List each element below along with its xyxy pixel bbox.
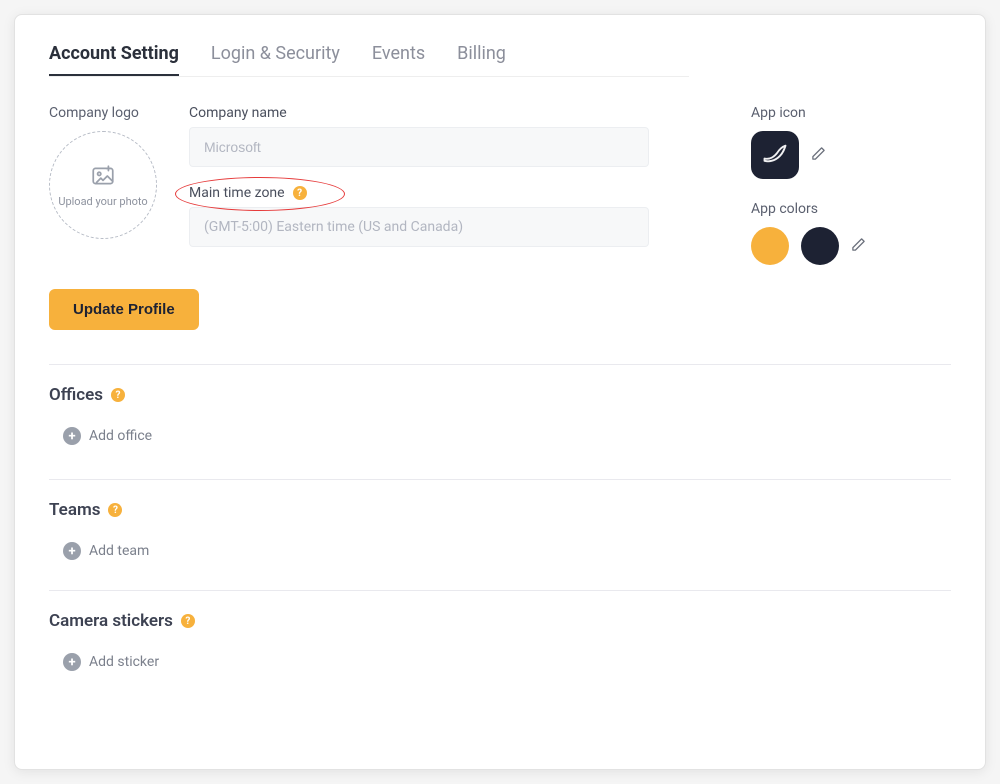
timezone-placeholder: (GMT-5:00) Eastern time (US and Canada) xyxy=(204,219,463,235)
company-logo-column: Company logo Upload your photo xyxy=(49,105,159,265)
add-sticker-button[interactable]: + Add sticker xyxy=(63,653,951,671)
company-name-input[interactable] xyxy=(189,127,649,167)
plus-icon: + xyxy=(63,653,81,671)
add-sticker-label: Add sticker xyxy=(89,654,159,670)
company-logo-label: Company logo xyxy=(49,105,159,121)
timezone-field: Main time zone ? (GMT-5:00) Eastern time… xyxy=(189,185,649,247)
timezone-label-row: Main time zone ? xyxy=(189,185,649,201)
image-upload-icon xyxy=(90,163,116,189)
teams-section: Teams ? + Add team xyxy=(49,479,951,560)
app-icon-preview xyxy=(751,131,799,179)
settings-window: Account Setting Login & Security Events … xyxy=(14,14,986,770)
pencil-icon xyxy=(851,237,866,252)
company-name-label: Company name xyxy=(189,105,649,121)
help-icon[interactable]: ? xyxy=(181,614,195,628)
tab-billing[interactable]: Billing xyxy=(457,43,506,76)
fields-column: Company name Main time zone ? (GMT-5:00)… xyxy=(189,105,649,265)
add-team-label: Add team xyxy=(89,543,149,559)
plus-icon: + xyxy=(63,542,81,560)
offices-section: Offices ? + Add office xyxy=(49,364,951,445)
company-name-field: Company name xyxy=(189,105,649,167)
app-icon-label: App icon xyxy=(751,105,951,121)
edit-app-colors-button[interactable] xyxy=(851,237,866,256)
upload-logo-button[interactable]: Upload your photo xyxy=(49,131,157,239)
upload-caption: Upload your photo xyxy=(58,195,147,208)
app-colors-label: App colors xyxy=(751,201,951,217)
update-profile-button[interactable]: Update Profile xyxy=(49,289,199,330)
tab-account-setting[interactable]: Account Setting xyxy=(49,43,179,76)
bird-icon xyxy=(761,141,789,169)
upper-section: Company logo Upload your photo Company n… xyxy=(49,105,951,265)
tab-events[interactable]: Events xyxy=(372,43,425,76)
help-icon[interactable]: ? xyxy=(111,388,125,402)
camera-stickers-section: Camera stickers ? + Add sticker xyxy=(49,590,951,671)
add-office-button[interactable]: + Add office xyxy=(63,427,951,445)
teams-title: Teams xyxy=(49,500,100,520)
help-icon[interactable]: ? xyxy=(108,503,122,517)
add-office-label: Add office xyxy=(89,428,152,444)
add-team-button[interactable]: + Add team xyxy=(63,542,951,560)
tabs-bar: Account Setting Login & Security Events … xyxy=(49,43,689,77)
app-color-secondary[interactable] xyxy=(801,227,839,265)
timezone-select[interactable]: (GMT-5:00) Eastern time (US and Canada) xyxy=(189,207,649,247)
right-column: App icon App colors xyxy=(751,105,951,265)
tab-login-security[interactable]: Login & Security xyxy=(211,43,340,76)
offices-title: Offices xyxy=(49,385,103,405)
edit-app-icon-button[interactable] xyxy=(811,146,826,165)
pencil-icon xyxy=(811,146,826,161)
timezone-label: Main time zone xyxy=(189,185,285,201)
app-color-primary[interactable] xyxy=(751,227,789,265)
help-icon[interactable]: ? xyxy=(293,186,307,200)
plus-icon: + xyxy=(63,427,81,445)
stickers-title: Camera stickers xyxy=(49,611,173,631)
